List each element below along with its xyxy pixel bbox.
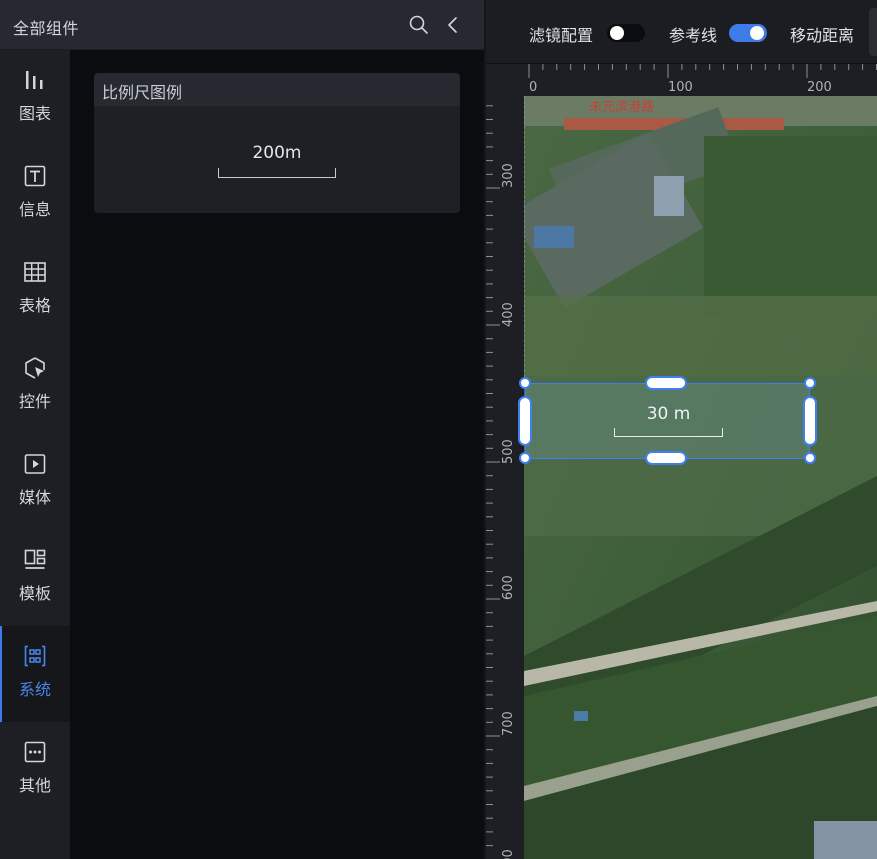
ruler-label: 400 <box>501 302 516 327</box>
resize-handle-top[interactable] <box>645 376 687 390</box>
control-icon <box>25 357 45 379</box>
move-distance-input[interactable] <box>869 8 877 56</box>
move-distance-label: 移动距离 <box>790 26 855 45</box>
ruler-label: 800 <box>501 849 516 859</box>
component-card-scale-legend[interactable]: 比例尺图例 200m <box>94 73 460 213</box>
active-indicator <box>0 626 2 722</box>
panel-title: 全部组件 <box>13 19 80 38</box>
scale-bar <box>218 168 336 178</box>
bar-chart-icon <box>26 71 43 89</box>
scale-label: 30 m <box>646 404 691 424</box>
nav-item-chart[interactable]: 图表 <box>0 50 70 146</box>
editor-canvas[interactable]: 未元滨港路 <box>524 96 877 859</box>
ruler-label: 500 <box>501 439 516 464</box>
horizontal-ruler[interactable]: 0 100 200 <box>486 64 877 96</box>
ruler-label: 700 <box>501 711 516 736</box>
system-icon <box>24 645 46 667</box>
ruler-label: 0 <box>529 80 537 95</box>
map-road-label: 未元滨港路 <box>589 99 654 115</box>
component-panel-header: 全部组件 <box>0 0 484 50</box>
nav-item-system[interactable]: 系统 <box>0 626 70 722</box>
nav-label: 图表 <box>18 104 51 123</box>
nav-label: 其他 <box>18 776 51 795</box>
guide-line-label: 参考线 <box>669 26 718 45</box>
scale-bar <box>614 428 723 437</box>
guide-line <box>524 96 525 382</box>
ruler-label: 200 <box>807 80 832 95</box>
nav-label: 控件 <box>18 392 51 411</box>
canvas-toolbar: 滤镜配置 参考线 移动距离 <box>486 0 877 64</box>
resize-handle-top-right[interactable] <box>804 377 816 389</box>
table-icon <box>24 262 46 282</box>
nav-label: 模板 <box>18 584 51 603</box>
resize-handle-bottom[interactable] <box>645 451 687 465</box>
resize-handle-left[interactable] <box>518 396 532 446</box>
nav-item-template[interactable]: 模板 <box>0 530 70 626</box>
filter-toggle[interactable] <box>607 24 645 42</box>
nav-item-media[interactable]: 媒体 <box>0 434 70 530</box>
ruler-label: 100 <box>668 80 693 95</box>
resize-handle-bottom-left[interactable] <box>519 452 531 464</box>
ruler-label: 600 <box>501 575 516 600</box>
search-icon[interactable] <box>408 14 430 36</box>
scale-label: 200m <box>252 143 302 163</box>
resize-handle-bottom-right[interactable] <box>804 452 816 464</box>
filter-config-label: 滤镜配置 <box>529 26 594 45</box>
nav-item-info[interactable]: 信息 <box>0 146 70 242</box>
satellite-map-image: 未元滨港路 <box>524 96 877 859</box>
vertical-ruler[interactable]: 300 400 500 600 700 800 <box>486 96 524 859</box>
resize-handle-top-left[interactable] <box>519 377 531 389</box>
template-icon <box>24 549 46 569</box>
nav-item-table[interactable]: 表格 <box>0 242 70 338</box>
nav-label: 表格 <box>18 296 51 315</box>
selected-scale-widget[interactable]: 30 m <box>525 383 810 459</box>
text-icon <box>24 165 46 187</box>
nav-item-control[interactable]: 控件 <box>0 338 70 434</box>
chevron-left-icon[interactable] <box>442 14 464 36</box>
nav-label: 系统 <box>18 680 51 699</box>
resize-handle-right[interactable] <box>803 396 817 446</box>
nav-label: 媒体 <box>18 488 51 507</box>
more-icon <box>24 741 46 763</box>
ruler-label: 300 <box>501 163 516 188</box>
nav-label: 信息 <box>18 200 51 219</box>
category-sidebar: 图表 信息 表格 控件 媒体 模板 系统 其他 <box>0 50 70 859</box>
media-icon <box>24 454 46 474</box>
component-list: 比例尺图例 200m <box>70 50 484 859</box>
card-title: 比例尺图例 <box>102 83 183 102</box>
guide-line-toggle[interactable] <box>729 24 767 42</box>
nav-item-other[interactable]: 其他 <box>0 722 70 818</box>
